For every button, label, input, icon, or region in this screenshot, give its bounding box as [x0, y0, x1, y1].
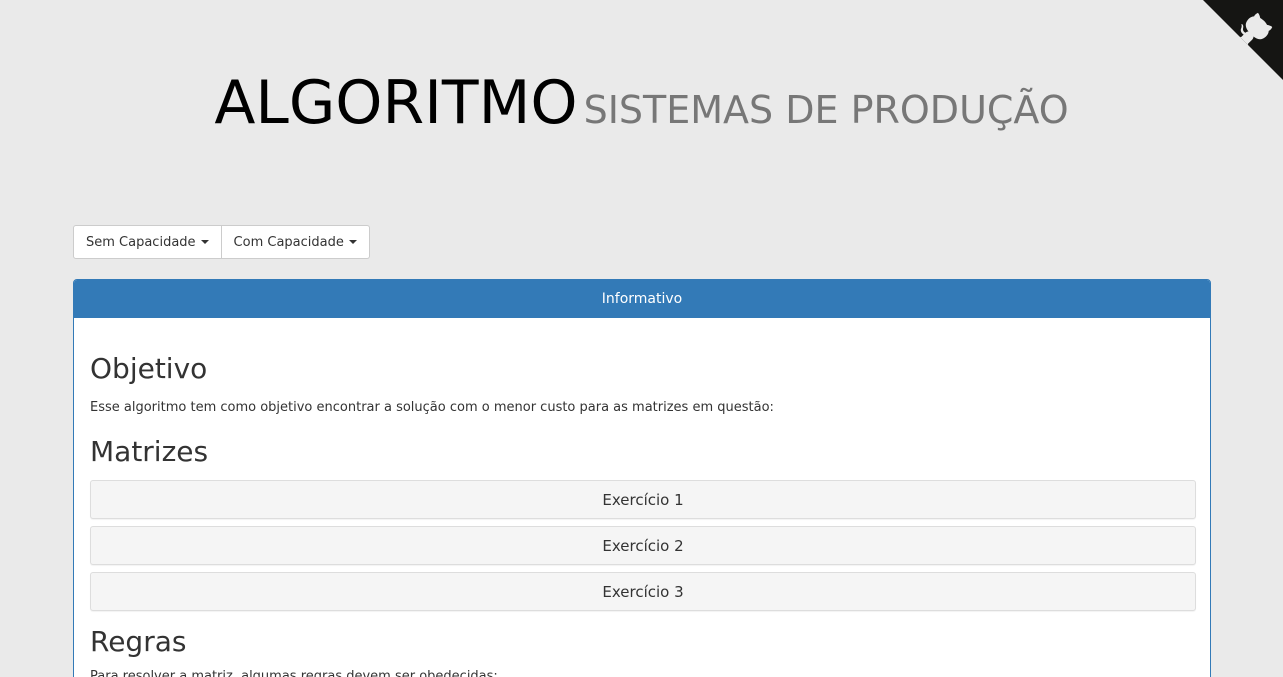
- regras-text: Para resolver a matriz, algumas regras d…: [90, 669, 498, 677]
- matrizes-title: Matrizes: [90, 435, 209, 468]
- page-header: ALGORITMO SISTEMAS DE PRODUÇÃO: [0, 68, 1283, 138]
- dropdown-button-group: Sem Capacidade Com Capacidade: [73, 225, 370, 259]
- com-capacidade-dropdown[interactable]: Com Capacidade: [221, 225, 370, 259]
- exercise-2-button[interactable]: Exercício 2: [90, 526, 1196, 565]
- caret-down-icon: [200, 240, 209, 244]
- exercise-1-button[interactable]: Exercício 1: [90, 480, 1196, 519]
- regras-title: Regras: [90, 625, 187, 658]
- page-subtitle: SISTEMAS DE PRODUÇÃO: [583, 88, 1069, 132]
- exercise-3-button[interactable]: Exercício 3: [90, 572, 1196, 611]
- panel-heading: Informativo: [74, 280, 1210, 318]
- com-capacidade-label: Com Capacidade: [233, 234, 344, 250]
- exercise-list: Exercício 1 Exercício 2 Exercício 3: [90, 480, 1196, 618]
- objetivo-title: Objetivo: [90, 352, 208, 385]
- caret-down-icon: [348, 240, 357, 244]
- page-title: ALGORITMO: [214, 68, 578, 138]
- objetivo-text: Esse algoritmo tem como objetivo encontr…: [90, 400, 774, 415]
- sem-capacidade-dropdown[interactable]: Sem Capacidade: [73, 225, 222, 259]
- info-panel: Informativo Objetivo Esse algoritmo tem …: [73, 279, 1211, 677]
- sem-capacidade-label: Sem Capacidade: [86, 234, 196, 250]
- page: ALGORITMO SISTEMAS DE PRODUÇÃO Sem Capaci…: [0, 0, 1283, 677]
